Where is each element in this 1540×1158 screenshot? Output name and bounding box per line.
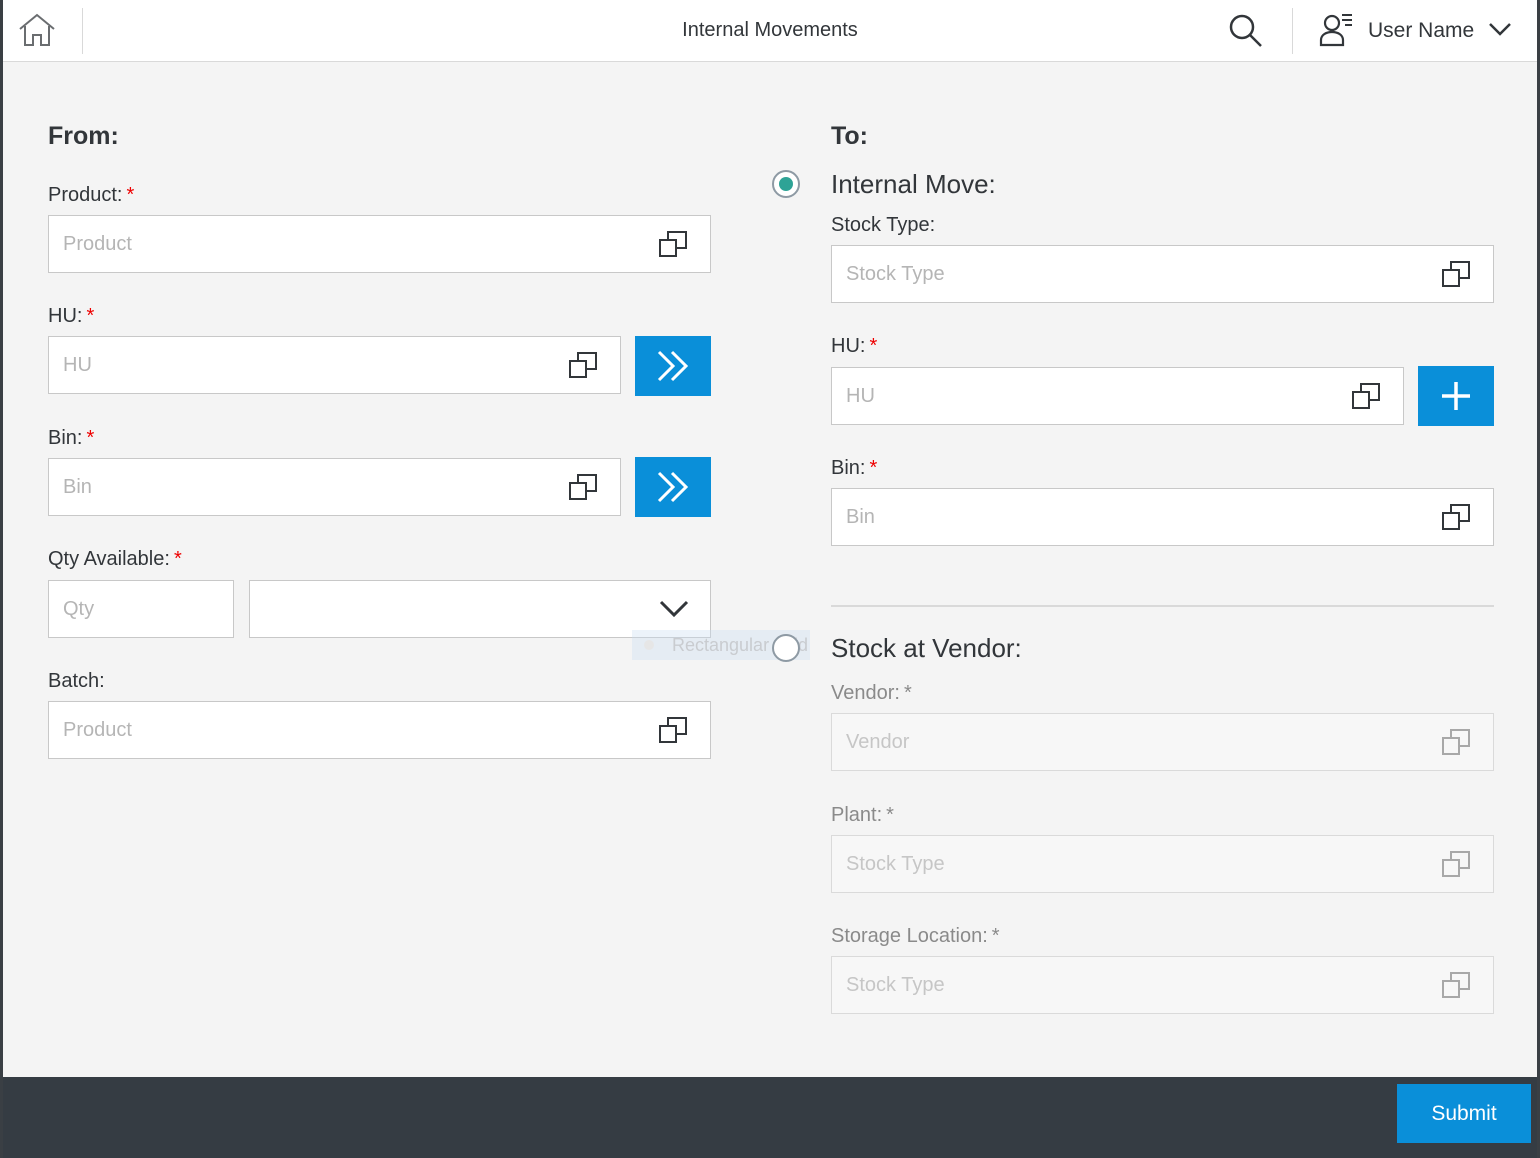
stock-at-vendor-radio[interactable] bbox=[772, 634, 800, 662]
hu-transfer-button[interactable] bbox=[635, 336, 711, 396]
bin-label: Bin: * bbox=[48, 427, 95, 449]
double-chevron-right-icon bbox=[657, 471, 689, 503]
vendor-input[interactable] bbox=[832, 714, 1493, 770]
to-hu-input[interactable] bbox=[832, 368, 1403, 424]
plus-icon bbox=[1442, 382, 1470, 410]
bin-input[interactable] bbox=[49, 459, 620, 515]
double-chevron-right-icon bbox=[657, 350, 689, 382]
bin-transfer-button[interactable] bbox=[635, 457, 711, 517]
to-hu-field bbox=[831, 367, 1404, 425]
search-button[interactable] bbox=[1228, 13, 1264, 49]
page-title: Internal Movements bbox=[682, 19, 858, 41]
stock-type-input[interactable] bbox=[832, 246, 1493, 302]
hu-field bbox=[48, 336, 621, 394]
hu-label: HU: * bbox=[48, 305, 95, 327]
value-help-icon[interactable] bbox=[568, 473, 600, 503]
to-hu-label: HU: * bbox=[831, 335, 878, 357]
batch-input[interactable] bbox=[49, 702, 710, 758]
ghost-dot bbox=[644, 640, 654, 650]
submit-button[interactable]: Submit bbox=[1397, 1084, 1531, 1143]
to-bin-field bbox=[831, 488, 1494, 546]
storage-location-field bbox=[831, 956, 1494, 1014]
storage-location-label: Storage Location: * bbox=[831, 925, 1000, 947]
value-help-icon[interactable] bbox=[658, 716, 690, 746]
to-title: To: bbox=[831, 122, 869, 150]
plant-field bbox=[831, 835, 1494, 893]
internal-move-radio[interactable] bbox=[772, 170, 800, 198]
qty-label: Qty Available: * bbox=[48, 548, 182, 570]
hu-input[interactable] bbox=[49, 337, 620, 393]
product-input[interactable] bbox=[49, 216, 710, 272]
qty-field bbox=[48, 580, 234, 638]
to-bin-input[interactable] bbox=[832, 489, 1493, 545]
storage-location-input[interactable] bbox=[832, 957, 1493, 1013]
radio-selected-dot bbox=[779, 177, 793, 191]
value-help-icon[interactable] bbox=[1351, 382, 1383, 412]
plant-input[interactable] bbox=[832, 836, 1493, 892]
chevron-down-icon bbox=[1489, 23, 1511, 36]
batch-label: Batch: bbox=[48, 670, 105, 692]
internal-move-label: Internal Move: bbox=[831, 169, 996, 199]
user-name: User Name bbox=[1368, 19, 1475, 42]
value-help-icon bbox=[1442, 729, 1470, 755]
vendor-field bbox=[831, 713, 1494, 771]
bin-field bbox=[48, 458, 621, 516]
value-help-icon[interactable] bbox=[1441, 260, 1473, 290]
add-hu-button[interactable] bbox=[1418, 366, 1494, 426]
stock-type-label: Stock Type: bbox=[831, 214, 936, 236]
product-label: Product: * bbox=[48, 184, 135, 206]
from-title: From: bbox=[48, 122, 119, 150]
value-help-icon bbox=[1442, 972, 1470, 998]
section-divider bbox=[831, 605, 1494, 607]
search-icon bbox=[1229, 14, 1262, 47]
header-separator bbox=[1292, 8, 1293, 54]
user-icon bbox=[1319, 14, 1352, 47]
plant-label: Plant: * bbox=[831, 804, 894, 826]
to-bin-label: Bin: * bbox=[831, 457, 878, 479]
footer-toolbar: Submit bbox=[0, 1077, 1540, 1158]
value-help-icon bbox=[1442, 851, 1470, 877]
value-help-icon[interactable] bbox=[1441, 503, 1473, 533]
batch-field bbox=[48, 701, 711, 759]
qty-input[interactable] bbox=[49, 581, 233, 637]
value-help-icon[interactable] bbox=[658, 230, 690, 260]
vendor-label: Vendor: * bbox=[831, 682, 912, 704]
chevron-down-icon bbox=[659, 600, 689, 618]
product-field bbox=[48, 215, 711, 273]
stock-at-vendor-label: Stock at Vendor: bbox=[831, 633, 1022, 663]
stock-type-field bbox=[831, 245, 1494, 303]
value-help-icon[interactable] bbox=[568, 351, 600, 381]
user-menu-button[interactable]: User Name bbox=[1318, 12, 1518, 50]
app-header: Internal Movements User Name bbox=[3, 0, 1537, 62]
